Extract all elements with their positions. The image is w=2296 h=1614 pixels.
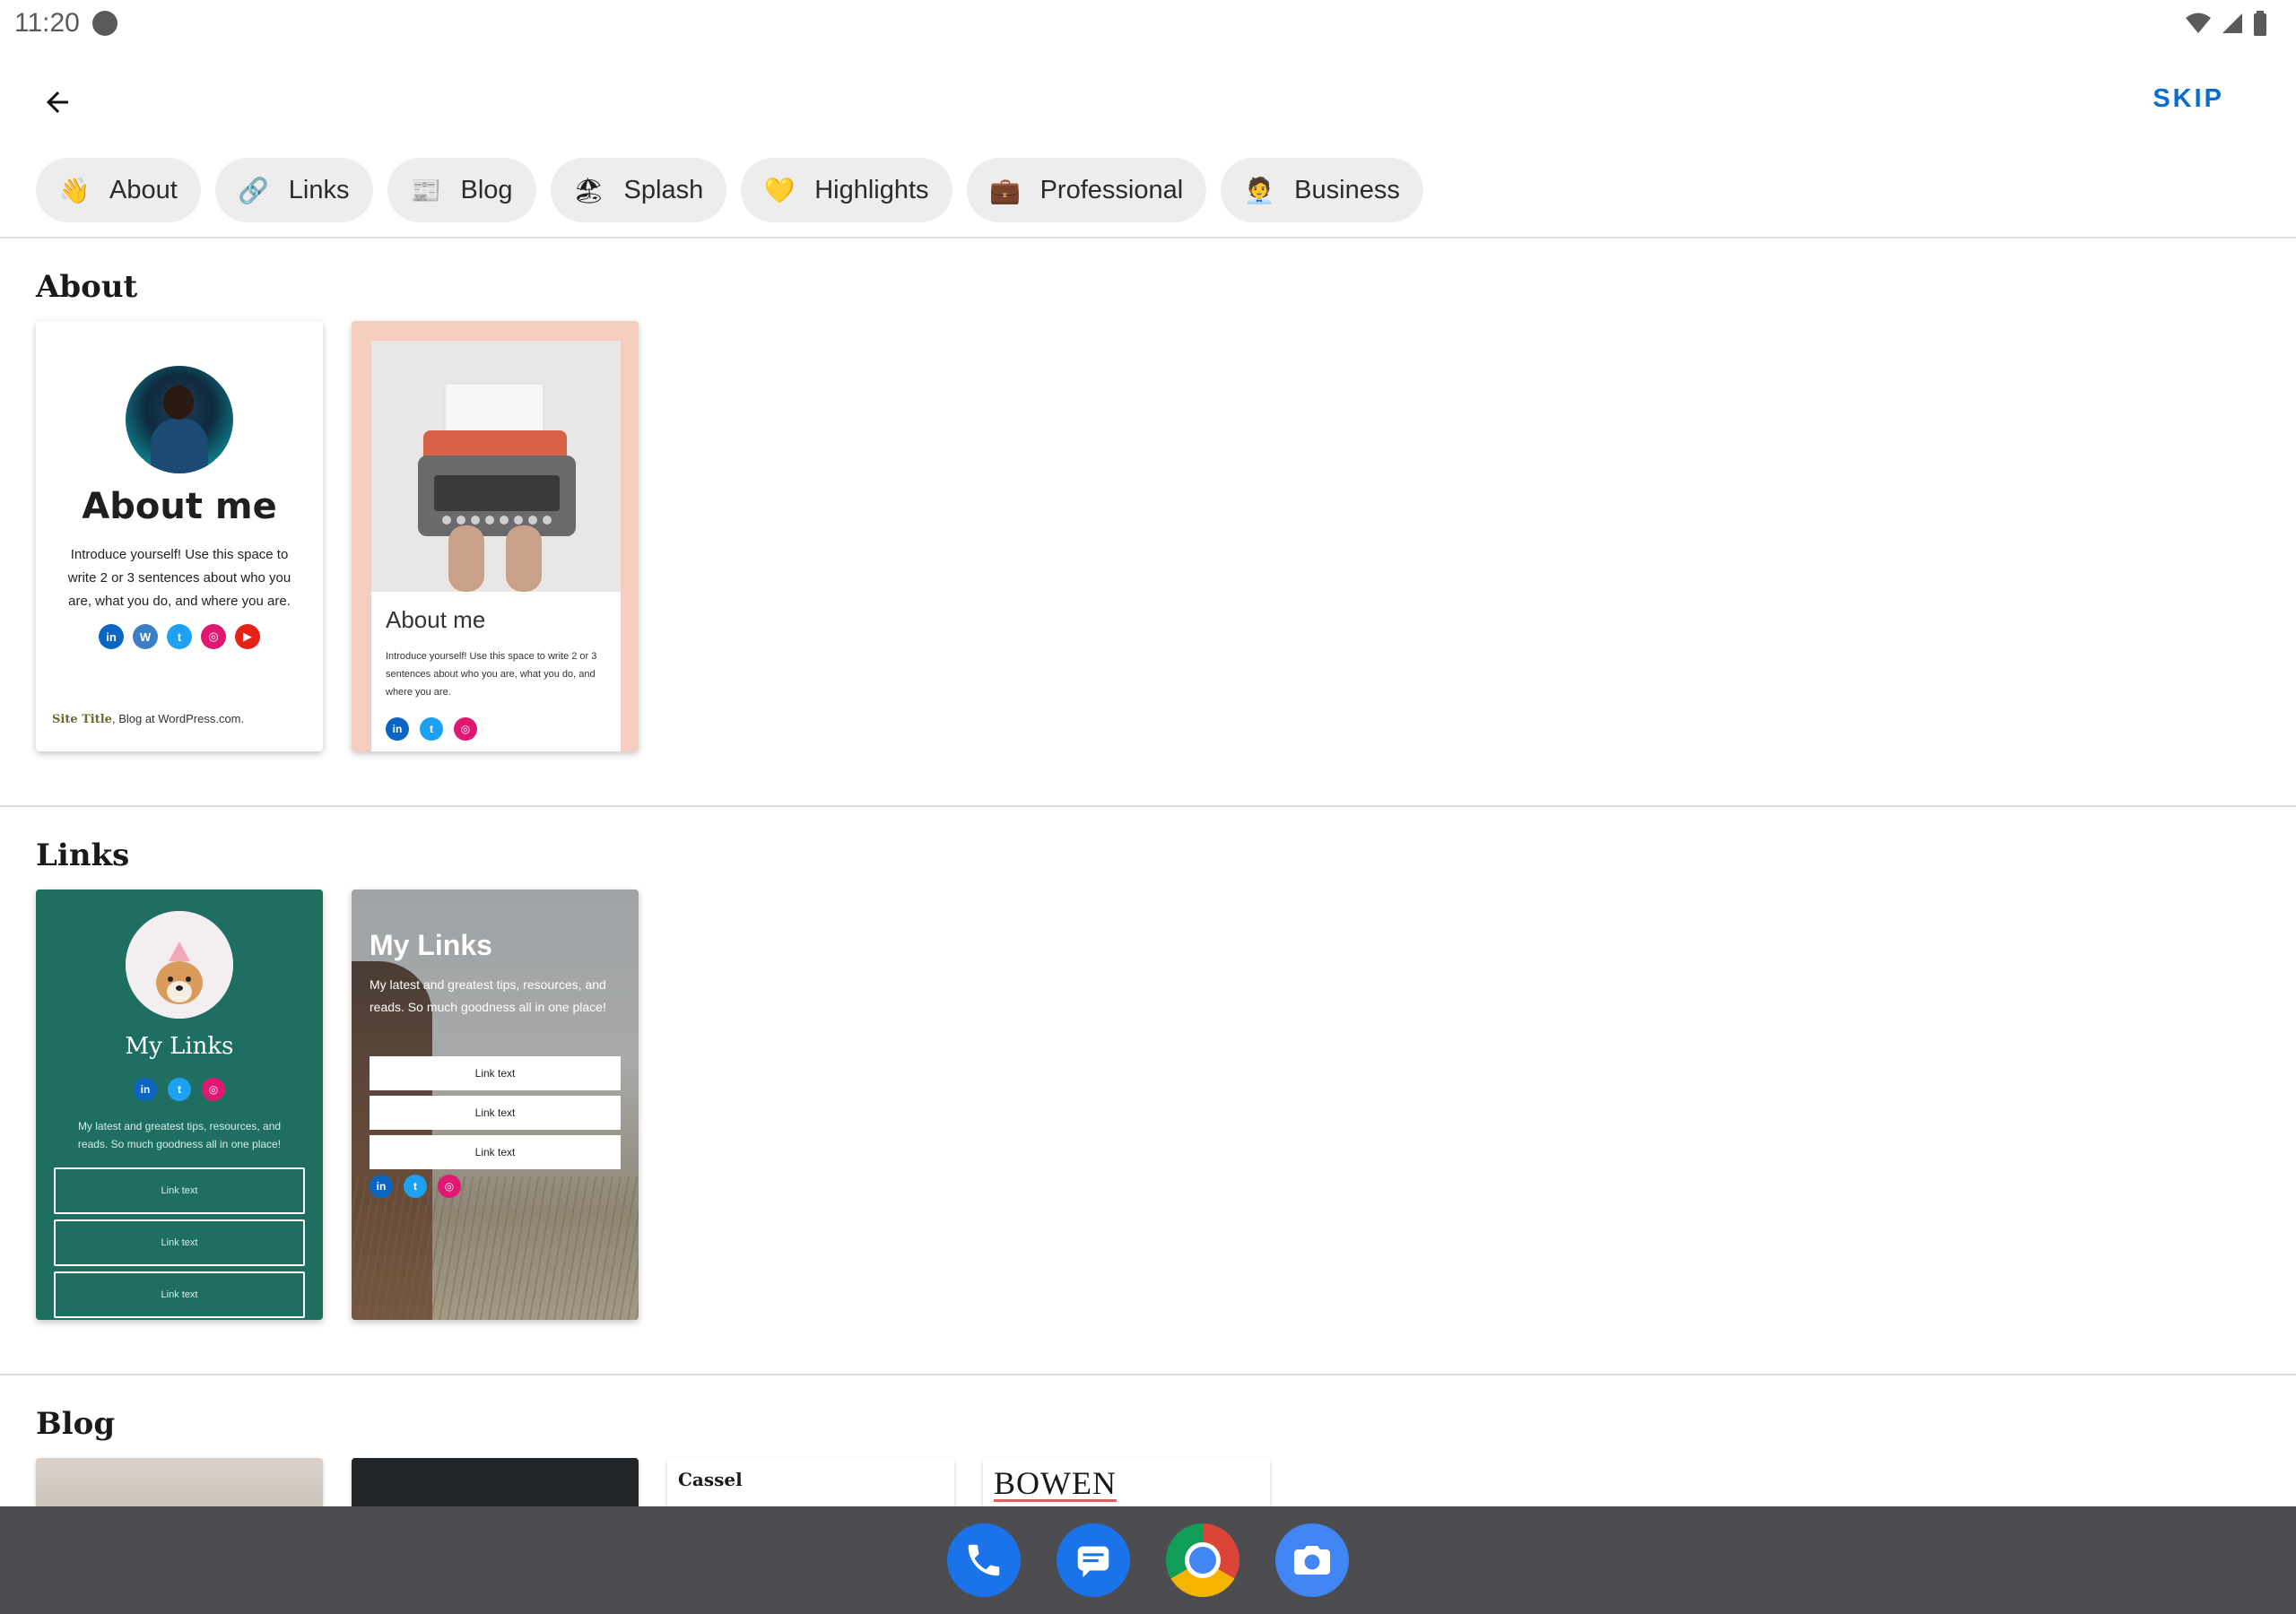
layout-card-blog-1[interactable] [36, 1458, 323, 1512]
link-button: Link text [370, 1096, 621, 1130]
messages-app-icon[interactable] [1057, 1523, 1130, 1597]
layout-card-blog-3[interactable]: Cassel [667, 1458, 954, 1512]
chip-label: Business [1294, 175, 1400, 204]
beach-umbrella-icon: 🏖 [572, 176, 605, 204]
chip-splash[interactable]: 🏖 Splash [550, 158, 727, 222]
category-chips: 👋 About 🔗 Links 📰 Blog 🏖 Splash 💛 Highli… [36, 158, 1423, 222]
layout-card-links-2[interactable]: My Links My latest and greatest tips, re… [352, 889, 639, 1320]
card-title: My Links [125, 1033, 234, 1060]
page: 11:20 SKIP 👋 About 🔗 Links 📰 Blog 🏖 Spla… [0, 0, 2296, 1614]
skip-button[interactable]: SKIP [2152, 84, 2224, 114]
layout-card-about-2[interactable]: About me Introduce yourself! Use this sp… [352, 321, 639, 751]
typewriter-photo [371, 341, 621, 592]
instagram-icon: ◎ [438, 1175, 461, 1198]
chip-about[interactable]: 👋 About [36, 158, 201, 222]
back-button[interactable] [30, 75, 84, 129]
card-description: Introduce yourself! Use this space to wr… [386, 651, 597, 698]
back-arrow-icon [47, 91, 68, 113]
office-worker-icon: 🧑‍💼 [1243, 176, 1275, 204]
divider [0, 237, 2296, 239]
camera-app-icon[interactable] [1275, 1523, 1349, 1597]
linkedin-icon: in [134, 1078, 157, 1101]
status-time: 11:20 [14, 8, 80, 38]
chip-blog[interactable]: 📰 Blog [387, 158, 536, 222]
linkedin-icon: in [99, 624, 124, 649]
card-title: About me [386, 606, 486, 633]
chip-label: Highlights [814, 175, 929, 204]
newspaper-icon: 📰 [410, 176, 441, 204]
card-description: My latest and greatest tips, resources, … [370, 977, 606, 1014]
layout-card-links-1[interactable]: My Links in t ◎ My latest and greatest t… [36, 889, 323, 1320]
status-icons [2185, 11, 2282, 36]
yellow-heart-icon: 💛 [763, 176, 796, 204]
card-title: About me [82, 486, 277, 527]
link-button: Link text [54, 1271, 305, 1318]
chip-label: Links [288, 175, 350, 204]
wordpress-icon: W [133, 624, 158, 649]
card-description: Introduce yourself! Use this space to wr… [67, 547, 291, 609]
chip-label: Splash [623, 175, 704, 204]
chip-highlights[interactable]: 💛 Highlights [741, 158, 952, 222]
twitter-icon: t [168, 1078, 191, 1101]
dog-avatar [126, 911, 233, 1019]
instagram-icon: ◎ [202, 1078, 225, 1101]
link-button: Link text [370, 1135, 621, 1169]
layout-card-blog-2[interactable] [352, 1458, 639, 1512]
link-button: Link text [370, 1056, 621, 1090]
waving-hand-icon: 👋 [58, 176, 91, 204]
twitter-icon: t [420, 717, 443, 741]
divider [0, 1374, 2296, 1375]
linkedin-icon: in [386, 717, 409, 741]
notification-icon [91, 11, 117, 36]
instagram-icon: ◎ [454, 717, 477, 741]
social-icons: in W t ◎ ▶ [36, 624, 323, 649]
instagram-icon: ◎ [201, 624, 226, 649]
twitter-icon: t [404, 1175, 427, 1198]
social-icons: in t ◎ [370, 1175, 461, 1198]
card-title: Cassel [678, 1469, 743, 1490]
briefcase-icon: 💼 [989, 176, 1021, 204]
section-title-links: Links [36, 837, 130, 873]
card-footer: Site Title, Blog at WordPress.com. [52, 712, 244, 726]
card-description: My latest and greatest tips, resources, … [77, 1120, 282, 1150]
chip-label: About [109, 175, 178, 204]
link-icon: 🔗 [238, 176, 270, 204]
chrome-app-icon[interactable] [1166, 1523, 1239, 1597]
card-title: BOWEN [994, 1465, 1117, 1502]
layout-card-blog-4[interactable]: BOWEN [983, 1458, 1270, 1512]
top-app-bar: SKIP [0, 57, 2296, 138]
social-icons: in t ◎ [36, 1078, 323, 1101]
footer-site-title: Site Title [52, 713, 112, 726]
link-button: Link text [54, 1219, 305, 1266]
status-bar: 11:20 [0, 0, 2296, 47]
social-icons: in t ◎ [386, 717, 477, 741]
twitter-icon: t [167, 624, 192, 649]
app-dock [0, 1506, 2296, 1614]
chip-links[interactable]: 🔗 Links [214, 158, 373, 222]
battery-icon [2253, 11, 2267, 36]
divider [0, 805, 2296, 807]
chip-label: Blog [460, 175, 513, 204]
linkedin-icon: in [370, 1175, 393, 1198]
link-button: Link text [54, 1167, 305, 1214]
card-title: My Links [370, 929, 492, 961]
section-title-about: About [36, 269, 138, 305]
youtube-icon: ▶ [235, 624, 260, 649]
wifi-icon [2185, 12, 2212, 35]
phone-app-icon[interactable] [947, 1523, 1021, 1597]
chip-business[interactable]: 🧑‍💼 Business [1221, 158, 1423, 222]
chip-label: Professional [1039, 175, 1184, 204]
footer-text: , Blog at WordPress.com. [111, 712, 245, 725]
section-title-blog: Blog [36, 1406, 116, 1442]
layout-card-about-1[interactable]: About me Introduce yourself! Use this sp… [36, 321, 323, 751]
avatar [126, 366, 233, 473]
signal-icon [2221, 12, 2244, 35]
chip-professional[interactable]: 💼 Professional [966, 158, 1207, 222]
